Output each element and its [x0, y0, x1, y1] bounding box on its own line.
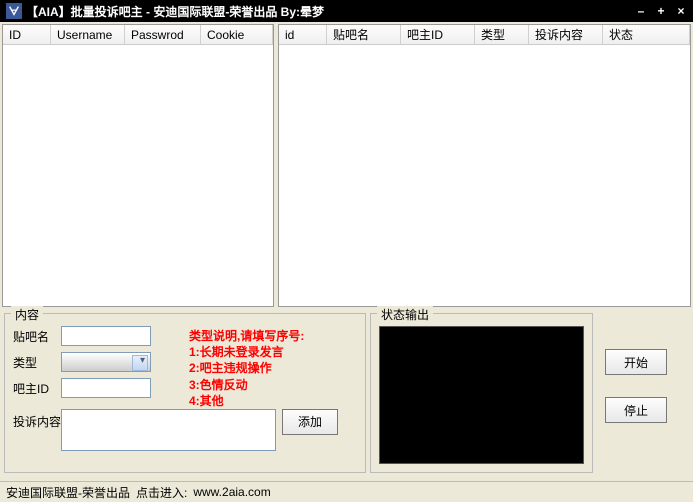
close-icon[interactable]: × [675, 4, 687, 18]
tasks-table-header: id 贴吧名 吧主ID 类型 投诉内容 状态 [279, 25, 690, 45]
input-tieba-name[interactable] [61, 326, 151, 346]
statusbar-link[interactable]: www.2aia.com [193, 485, 270, 499]
col-type[interactable]: 类型 [475, 25, 529, 44]
desc-line: 2:吧主违规操作 [189, 360, 304, 376]
col-complaint[interactable]: 投诉内容 [529, 25, 603, 44]
status-groupbox: 状态输出 [370, 313, 593, 473]
desc-line: 1:长期未登录发言 [189, 344, 304, 360]
label-type: 类型 [13, 354, 61, 371]
status-output [379, 326, 584, 464]
accounts-table[interactable]: ID Username Passwrod Cookie [2, 24, 274, 307]
status-groupbox-title: 状态输出 [377, 306, 433, 323]
col-username[interactable]: Username [51, 25, 125, 44]
add-button[interactable]: 添加 [282, 409, 338, 435]
label-tieba: 贴吧名 [13, 328, 61, 345]
input-bazhu-id[interactable] [61, 378, 151, 398]
start-button[interactable]: 开始 [605, 349, 667, 375]
action-buttons: 开始 停止 [597, 313, 675, 481]
minimize-icon[interactable]: – [635, 4, 647, 18]
select-type[interactable] [61, 352, 151, 372]
titlebar-text: 【AIA】批量投诉吧主 - 安迪国际联盟-荣誉出品 By:晕梦 [26, 3, 635, 20]
main-area: ID Username Passwrod Cookie id 贴吧名 吧主ID … [0, 22, 693, 309]
window-controls: – + × [635, 4, 687, 18]
desc-line: 4:其他 [189, 393, 304, 409]
content-groupbox-title: 内容 [11, 306, 43, 323]
label-complaint: 投诉内容 [13, 409, 61, 430]
desc-line: 类型说明,请填写序号: [189, 328, 304, 344]
col-tieba[interactable]: 贴吧名 [327, 25, 401, 44]
statusbar: 安迪国际联盟-荣誉出品 点击进入: www.2aia.com [0, 481, 693, 502]
bottom-area: 内容 贴吧名 类型 吧主ID 类型说明,请填写序号: 1:长期未 [0, 309, 693, 481]
desc-line: 3:色情反动 [189, 377, 304, 393]
statusbar-left: 安迪国际联盟-荣誉出品 [6, 484, 130, 501]
input-complaint[interactable] [61, 409, 276, 451]
col-password[interactable]: Passwrod [125, 25, 201, 44]
form-column: 贴吧名 类型 吧主ID [13, 326, 183, 409]
label-bazhu: 吧主ID [13, 380, 61, 397]
content-groupbox: 内容 贴吧名 类型 吧主ID 类型说明,请填写序号: 1:长期未 [4, 313, 366, 473]
col-id[interactable]: ID [3, 25, 51, 44]
col-bazhu[interactable]: 吧主ID [401, 25, 475, 44]
stop-button[interactable]: 停止 [605, 397, 667, 423]
col-status[interactable]: 状态 [603, 25, 690, 44]
type-description: 类型说明,请填写序号: 1:长期未登录发言 2:吧主违规操作 3:色情反动 4:… [189, 328, 304, 409]
maximize-icon[interactable]: + [655, 4, 667, 18]
col-cookie[interactable]: Cookie [201, 25, 273, 44]
tasks-table[interactable]: id 贴吧名 吧主ID 类型 投诉内容 状态 [278, 24, 691, 307]
accounts-table-header: ID Username Passwrod Cookie [3, 25, 273, 45]
col-id2[interactable]: id [279, 25, 327, 44]
statusbar-link-prefix: 点击进入: [136, 484, 187, 501]
titlebar: 【AIA】批量投诉吧主 - 安迪国际联盟-荣誉出品 By:晕梦 – + × [0, 0, 693, 22]
app-icon [6, 3, 22, 19]
